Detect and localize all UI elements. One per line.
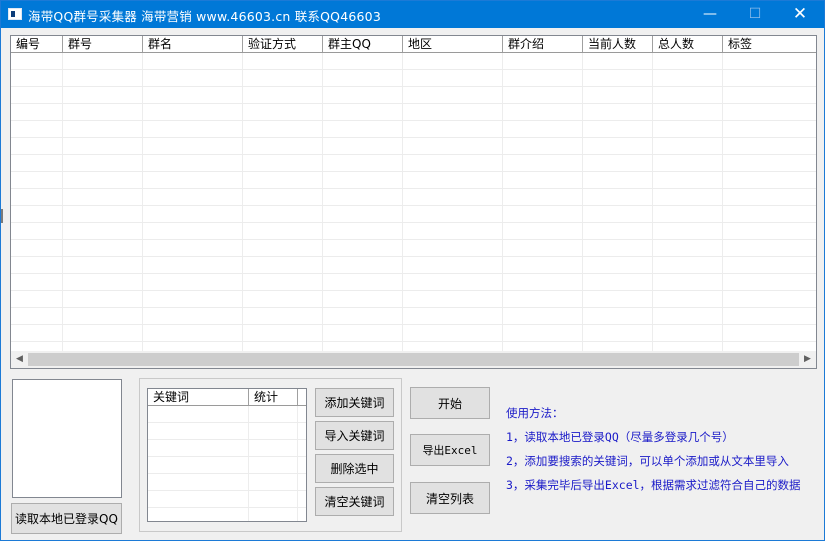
- column-header-keyword[interactable]: 关键词: [148, 389, 249, 405]
- column-header-number[interactable]: 编号: [11, 36, 63, 52]
- clear-list-button[interactable]: 清空列表: [410, 482, 490, 514]
- add-keyword-button[interactable]: 添加关键词: [315, 388, 394, 417]
- column-header-extra[interactable]: [298, 389, 306, 405]
- scrollbar-thumb[interactable]: [28, 353, 799, 366]
- window-edge-marker: [1, 209, 3, 223]
- column-header-total-members[interactable]: 总人数: [653, 36, 723, 52]
- scroll-left-icon[interactable]: ◀: [11, 351, 28, 368]
- maximize-button[interactable]: ☐: [732, 1, 778, 28]
- column-header-verify-method[interactable]: 验证方式: [243, 36, 323, 52]
- window-title: 海带QQ群号采集器 海带营销 www.46603.cn 联系QQ46603: [28, 9, 381, 24]
- column-header-count[interactable]: 统计: [249, 389, 298, 405]
- app-window: 海带QQ群号采集器 海带营销 www.46603.cn 联系QQ46603 — …: [0, 0, 825, 541]
- column-header-tags[interactable]: 标签: [723, 36, 816, 52]
- horizontal-scrollbar[interactable]: ◀ ▶: [11, 351, 816, 368]
- column-header-current-members[interactable]: 当前人数: [583, 36, 653, 52]
- minimize-button[interactable]: —: [687, 1, 733, 28]
- clear-keywords-button[interactable]: 清空关键词: [315, 487, 394, 516]
- column-header-owner-qq[interactable]: 群主QQ: [323, 36, 403, 52]
- delete-selected-button[interactable]: 删除选中: [315, 454, 394, 483]
- start-button[interactable]: 开始: [410, 387, 490, 419]
- close-button[interactable]: ✕: [777, 1, 823, 28]
- column-header-group-id[interactable]: 群号: [63, 36, 143, 52]
- title-bar[interactable]: 海带QQ群号采集器 海带营销 www.46603.cn 联系QQ46603 — …: [1, 1, 824, 28]
- keyword-list-header: 关键词 统计: [148, 389, 306, 406]
- column-header-region[interactable]: 地区: [403, 36, 503, 52]
- column-header-group-name[interactable]: 群名: [143, 36, 243, 52]
- app-icon: [8, 8, 22, 20]
- logged-in-qq-list[interactable]: [12, 379, 122, 498]
- usage-step-3: 3，采集完毕后导出Excel，根据需求过滤符合自己的数据: [506, 478, 801, 492]
- group-results-list[interactable]: 编号 群号 群名 验证方式 群主QQ 地区 群介绍 当前人数 总人数 标签 ◀ …: [10, 35, 817, 369]
- keyword-list[interactable]: 关键词 统计: [147, 388, 307, 522]
- export-excel-button[interactable]: 导出Excel: [410, 434, 490, 466]
- import-keywords-button[interactable]: 导入关键词: [315, 421, 394, 450]
- column-header-intro[interactable]: 群介绍: [503, 36, 583, 52]
- group-list-header: 编号 群号 群名 验证方式 群主QQ 地区 群介绍 当前人数 总人数 标签: [11, 36, 816, 53]
- usage-title: 使用方法：: [506, 406, 564, 420]
- read-local-qq-button[interactable]: 读取本地已登录QQ: [11, 503, 122, 534]
- usage-step-2: 2，添加要搜索的关键词，可以单个添加或从文本里导入: [506, 454, 789, 468]
- keyword-list-rows[interactable]: [148, 406, 306, 521]
- group-list-rows[interactable]: [11, 53, 816, 352]
- usage-step-1: 1，读取本地已登录QQ（尽量多登录几个号）: [506, 430, 734, 444]
- scroll-right-icon[interactable]: ▶: [799, 351, 816, 368]
